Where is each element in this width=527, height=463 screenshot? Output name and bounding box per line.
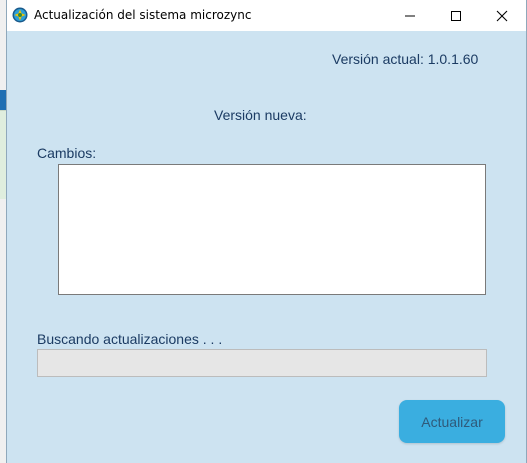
maximize-icon: [451, 11, 461, 21]
status-text: Buscando actualizaciones . . .: [37, 331, 223, 347]
close-button[interactable]: [479, 0, 525, 31]
minimize-icon: [405, 15, 415, 17]
maximize-button[interactable]: [433, 0, 479, 31]
minimize-button[interactable]: [387, 0, 433, 31]
microzync-app-icon: [12, 7, 28, 23]
changes-label: Cambios:: [37, 145, 97, 161]
new-version-label: Versión nueva:: [214, 107, 307, 123]
close-icon: [496, 10, 508, 22]
changes-textbox[interactable]: [58, 164, 486, 295]
window-title: Actualización del sistema microzync: [34, 8, 252, 22]
title-bar[interactable]: Actualización del sistema microzync: [7, 0, 526, 31]
updater-window: Actualización del sistema microzync Vers…: [6, 0, 527, 463]
update-progress-bar: [37, 349, 487, 377]
current-version-label: Versión actual: 1.0.1.60: [332, 51, 479, 67]
update-button[interactable]: Actualizar: [399, 400, 505, 443]
